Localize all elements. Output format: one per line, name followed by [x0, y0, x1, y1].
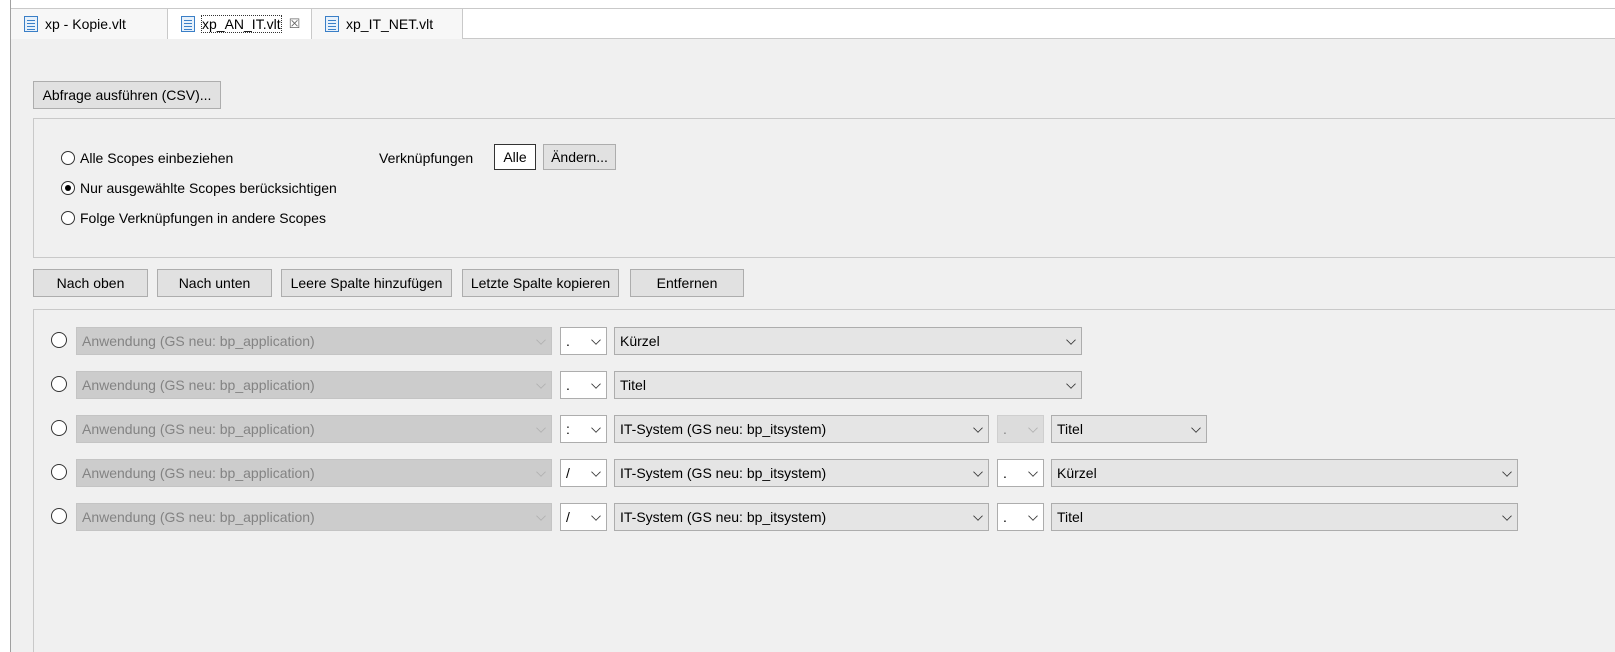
- columns-panel: Anwendung (GS neu: bp_application) . Kür…: [33, 309, 1615, 652]
- document-icon: [325, 16, 339, 32]
- chevron-down-icon: [536, 379, 546, 389]
- document-icon: [181, 16, 195, 32]
- links-all-button[interactable]: Alle: [494, 144, 536, 170]
- tab-label: xp - Kopie.vlt: [45, 16, 126, 32]
- chevron-down-icon: [973, 467, 983, 477]
- radio-button[interactable]: [61, 151, 75, 165]
- row-select-radio[interactable]: [51, 464, 67, 480]
- move-up-button[interactable]: Nach oben: [33, 269, 148, 297]
- separator-combo: .: [997, 415, 1044, 443]
- row-select-radio[interactable]: [51, 420, 67, 436]
- row-select-radio[interactable]: [51, 508, 67, 524]
- chevron-down-icon: [591, 335, 601, 345]
- chevron-down-icon: [591, 423, 601, 433]
- chevron-down-icon: [973, 423, 983, 433]
- scope-option-label: Nur ausgewählte Scopes berücksichtigen: [80, 180, 337, 196]
- chevron-down-icon: [536, 511, 546, 521]
- chevron-down-icon: [1028, 423, 1038, 433]
- chevron-down-icon: [536, 335, 546, 345]
- row-select-radio[interactable]: [51, 376, 67, 392]
- separator-combo[interactable]: .: [560, 371, 607, 399]
- scope-option-all[interactable]: Alle Scopes einbeziehen: [61, 150, 233, 166]
- entity-combo: Anwendung (GS neu: bp_application): [76, 327, 552, 355]
- editor-tab-bar: xp - Kopie.vlt xp_AN_IT.vlt ☒ xp_IT_NET.…: [11, 8, 1615, 40]
- chevron-down-icon: [1502, 467, 1512, 477]
- chevron-down-icon: [1502, 511, 1512, 521]
- copy-last-column-button[interactable]: Letzte Spalte kopieren: [462, 269, 619, 297]
- separator-combo[interactable]: .: [997, 459, 1044, 487]
- links-change-button[interactable]: Ändern...: [543, 144, 616, 170]
- remove-button[interactable]: Entfernen: [630, 269, 744, 297]
- attribute-combo[interactable]: Kürzel: [614, 327, 1082, 355]
- editor-content: Abfrage ausführen (CSV)... Alle Scopes e…: [11, 39, 1615, 652]
- chevron-down-icon: [1028, 511, 1038, 521]
- scope-option-selected[interactable]: Nur ausgewählte Scopes berücksichtigen: [61, 180, 337, 196]
- entity-combo: Anwendung (GS neu: bp_application): [76, 371, 552, 399]
- tab-xp-an-it[interactable]: xp_AN_IT.vlt ☒: [168, 9, 312, 40]
- attribute-combo[interactable]: Titel: [1051, 415, 1207, 443]
- chevron-down-icon: [536, 423, 546, 433]
- chevron-down-icon: [1028, 467, 1038, 477]
- scope-option-label: Folge Verknüpfungen in andere Scopes: [80, 210, 326, 226]
- separator-combo[interactable]: .: [997, 503, 1044, 531]
- document-icon: [24, 16, 38, 32]
- attribute-combo[interactable]: Titel: [614, 371, 1082, 399]
- entity-combo: Anwendung (GS neu: bp_application): [76, 459, 552, 487]
- chevron-down-icon: [591, 511, 601, 521]
- tab-xp-it-net[interactable]: xp_IT_NET.vlt: [312, 9, 463, 39]
- tab-xp-kopie[interactable]: xp - Kopie.vlt: [11, 9, 168, 39]
- chevron-down-icon: [536, 467, 546, 477]
- chevron-down-icon: [591, 379, 601, 389]
- tab-label: xp_AN_IT.vlt: [201, 15, 282, 33]
- row-select-radio[interactable]: [51, 332, 67, 348]
- separator-combo[interactable]: /: [560, 459, 607, 487]
- tab-label: xp_IT_NET.vlt: [346, 16, 434, 32]
- target-entity-combo[interactable]: IT-System (GS neu: bp_itsystem): [614, 503, 989, 531]
- entity-combo: Anwendung (GS neu: bp_application): [76, 503, 552, 531]
- attribute-combo[interactable]: Kürzel: [1051, 459, 1518, 487]
- radio-button[interactable]: [61, 211, 75, 225]
- close-icon[interactable]: ☒: [289, 16, 301, 32]
- target-entity-combo[interactable]: IT-System (GS neu: bp_itsystem): [614, 415, 989, 443]
- scope-option-follow-links[interactable]: Folge Verknüpfungen in andere Scopes: [61, 210, 326, 226]
- chevron-down-icon: [1066, 335, 1076, 345]
- entity-combo: Anwendung (GS neu: bp_application): [76, 415, 552, 443]
- separator-combo[interactable]: :: [560, 415, 607, 443]
- chevron-down-icon: [1066, 379, 1076, 389]
- chevron-down-icon: [591, 467, 601, 477]
- radio-button-checked[interactable]: [61, 181, 75, 195]
- links-label: Verknüpfungen: [379, 150, 474, 166]
- run-query-csv-button[interactable]: Abfrage ausführen (CSV)...: [33, 81, 221, 109]
- chevron-down-icon: [973, 511, 983, 521]
- attribute-combo[interactable]: Titel: [1051, 503, 1518, 531]
- scope-option-label: Alle Scopes einbeziehen: [80, 150, 234, 166]
- separator-combo[interactable]: /: [560, 503, 607, 531]
- separator-combo[interactable]: .: [560, 327, 607, 355]
- scope-options-group: Alle Scopes einbeziehen Nur ausgewählte …: [33, 118, 1615, 258]
- add-empty-column-button[interactable]: Leere Spalte hinzufügen: [281, 269, 452, 297]
- chevron-down-icon: [1191, 423, 1201, 433]
- move-down-button[interactable]: Nach unten: [157, 269, 272, 297]
- target-entity-combo[interactable]: IT-System (GS neu: bp_itsystem): [614, 459, 989, 487]
